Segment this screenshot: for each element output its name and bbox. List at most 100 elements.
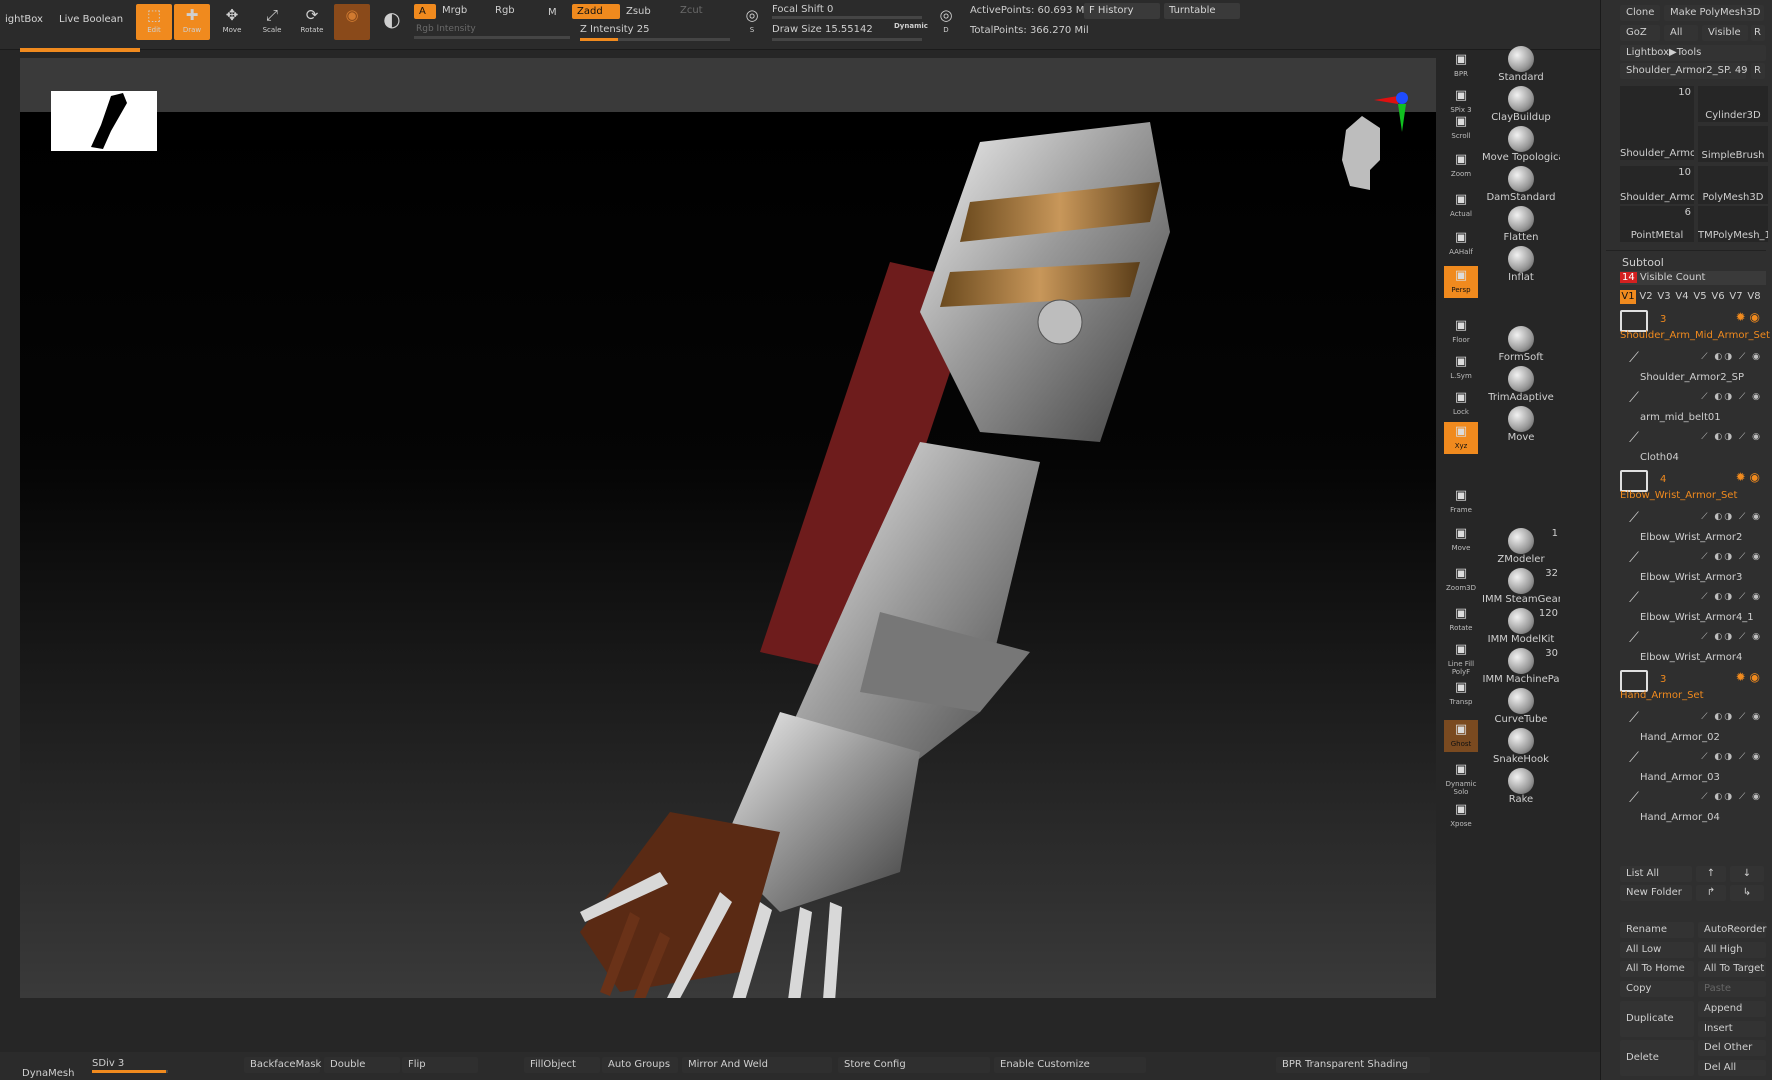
enable-customize-button[interactable]: Enable Customize — [994, 1057, 1146, 1073]
subtool-visibility-icon[interactable]: ⟋ ◐◑ ⟋ ◉ — [1701, 432, 1762, 442]
material-button[interactable]: ◉ — [334, 4, 370, 40]
subtool-item[interactable]: ⟋ ⟋ ◐◑ ⟋ ◉ Hand_Armor_04 — [1622, 790, 1762, 828]
duplicate-button[interactable]: Duplicate — [1620, 1001, 1694, 1037]
toolbar-lock-button[interactable]: ▣ Lock — [1444, 388, 1478, 420]
version-tab-v6[interactable]: V6 — [1710, 290, 1726, 304]
toolbar-persp-button[interactable]: ▣ Persp — [1444, 266, 1478, 298]
flip-button[interactable]: Flip — [402, 1057, 478, 1073]
subtool-item[interactable]: ⟋ ⟋ ◐◑ ⟋ ◉ Cloth04 — [1622, 430, 1762, 468]
toolbar-actual-button[interactable]: ▣ Actual — [1444, 190, 1478, 222]
goz-button[interactable]: GoZ — [1620, 25, 1660, 41]
copy-button[interactable]: Copy — [1620, 981, 1694, 997]
make-polymesh-button[interactable]: Make PolyMesh3D — [1664, 5, 1764, 21]
subtool-visibility-icon[interactable]: ⟋ ◐◑ ⟋ ◉ — [1701, 632, 1762, 642]
fill-object-button[interactable]: FillObject — [524, 1057, 600, 1073]
toolbar-zoom3d-button[interactable]: ▣ Zoom3D — [1444, 564, 1478, 596]
toolbar-xpose-button[interactable]: ▣ Xpose — [1444, 800, 1478, 832]
version-tab-v2[interactable]: V2 — [1638, 290, 1654, 304]
brush-trimadaptive[interactable]: TrimAdaptive — [1482, 366, 1560, 406]
all-low-button[interactable]: All Low — [1620, 942, 1694, 958]
subtool-folder[interactable]: 4 Elbow_Wrist_Armor_Set ✹ ◉ — [1620, 470, 1760, 508]
head-orientation-widget[interactable] — [1336, 110, 1384, 194]
brush-imm-steamgear[interactable]: IMM SteamGear 32 — [1482, 568, 1560, 608]
rgb-intensity-slider[interactable]: Rgb Intensity — [416, 24, 476, 34]
rgb-intensity-track[interactable] — [414, 36, 570, 39]
auto-groups-button[interactable]: Auto Groups — [602, 1057, 678, 1073]
brush-snakehook[interactable]: SnakeHook — [1482, 728, 1560, 768]
toolbar-rotate3d-button[interactable]: ▣ Rotate — [1444, 604, 1478, 636]
brush-imm-modelkit[interactable]: IMM ModelKit 120 — [1482, 608, 1560, 648]
store-config-button[interactable]: Store Config — [838, 1057, 990, 1073]
all-to-target-button[interactable]: All To Target — [1698, 961, 1766, 977]
append-button[interactable]: Append — [1698, 1001, 1766, 1017]
rotate-button[interactable]: ⟳ Rotate — [294, 4, 330, 40]
r-button[interactable]: R — [1751, 63, 1765, 79]
toolbar-frame-button[interactable]: ▣ Frame — [1444, 486, 1478, 518]
subtool-folder[interactable]: 3 Shoulder_Arm_Mid_Armor_Set ✹ ◉ — [1620, 310, 1770, 348]
z-intensity-track[interactable] — [580, 38, 730, 41]
new-folder-button[interactable]: New Folder — [1620, 885, 1692, 901]
brush-move-topologica[interactable]: Move Topologica — [1482, 126, 1560, 166]
rgb-button[interactable]: Rgb — [495, 5, 515, 16]
toolbar-ghost-button[interactable]: ▣ Ghost — [1444, 720, 1478, 752]
toolbar-move3d-button[interactable]: ▣ Move — [1444, 524, 1478, 556]
folder-visibility-icon[interactable]: ✹ ◉ — [1736, 470, 1760, 484]
subtool-visibility-icon[interactable]: ⟋ ◐◑ ⟋ ◉ — [1701, 352, 1762, 362]
toolbar-aahalf-button[interactable]: ▣ AAHalf — [1444, 228, 1478, 260]
del-all-button[interactable]: Del All — [1698, 1060, 1766, 1076]
toolbar-transp-button[interactable]: ▣ Transp — [1444, 678, 1478, 710]
double-button[interactable]: Double — [324, 1057, 400, 1073]
move-down-icon[interactable]: ↳ — [1730, 885, 1764, 901]
m-button[interactable]: M — [548, 7, 557, 18]
subtool-item[interactable]: ⟋ ⟋ ◐◑ ⟋ ◉ Elbow_Wrist_Armor3 — [1622, 550, 1762, 588]
subtool-visibility-icon[interactable]: ⟋ ◐◑ ⟋ ◉ — [1701, 712, 1762, 722]
clone-button[interactable]: Clone — [1620, 5, 1660, 21]
folder-visibility-icon[interactable]: ✹ ◉ — [1736, 670, 1760, 684]
subtool-item[interactable]: ⟋ ⟋ ◐◑ ⟋ ◉ Hand_Armor_02 — [1622, 710, 1762, 748]
subtool-folder[interactable]: 3 Hand_Armor_Set ✹ ◉ — [1620, 670, 1760, 708]
folder-visibility-icon[interactable]: ✹ ◉ — [1736, 310, 1760, 324]
r-button[interactable]: R — [1751, 25, 1765, 41]
tool-thumb[interactable]: Shoulder_Armor 10 — [1620, 166, 1694, 204]
brush-flatten[interactable]: Flatten — [1482, 206, 1560, 246]
subtool-item[interactable]: ⟋ ⟋ ◐◑ ⟋ ◉ Elbow_Wrist_Armor4 — [1622, 630, 1762, 668]
tool-thumb[interactable]: TMPolyMesh_1 — [1698, 206, 1768, 242]
brush-claybuildup[interactable]: ClayBuildup — [1482, 86, 1560, 126]
subtool-visibility-icon[interactable]: ⟋ ◐◑ ⟋ ◉ — [1701, 792, 1762, 802]
move-button[interactable]: ✥ Move — [214, 4, 250, 40]
tool-thumb[interactable]: SimpleBrush — [1698, 126, 1768, 162]
toolbar-lsym-button[interactable]: ▣ L.Sym — [1444, 352, 1478, 384]
version-tab-v5[interactable]: V5 — [1692, 290, 1708, 304]
version-tab-v8[interactable]: V8 — [1746, 290, 1762, 304]
viewport-canvas[interactable] — [20, 112, 1436, 1062]
tool-thumb[interactable]: PolyMesh3D — [1698, 166, 1768, 204]
toolbar-scroll-button[interactable]: ▣ Scroll — [1444, 112, 1478, 144]
toolbar-solo-button[interactable]: ▣ Dynamic Solo — [1444, 760, 1478, 796]
sdiv-track[interactable] — [92, 1070, 168, 1073]
live-boolean-button[interactable]: Live Boolean — [54, 12, 128, 28]
navigator-thumbnail[interactable] — [51, 91, 157, 151]
mirror-and-weld-button[interactable]: Mirror And Weld — [682, 1057, 832, 1073]
rename-button[interactable]: Rename — [1620, 922, 1694, 938]
tool-thumb[interactable]: Shoulder_Armor 10 — [1620, 86, 1694, 160]
brush-imm-machinepa[interactable]: IMM MachinePa 30 — [1482, 648, 1560, 688]
color-button[interactable]: ◐ — [374, 4, 410, 40]
mrgb-button[interactable]: Mrgb — [442, 5, 467, 16]
tool-thumb[interactable]: PointMEtal 6 — [1620, 206, 1694, 242]
toolbar-bpr-button[interactable]: ▣ BPR — [1444, 50, 1478, 82]
toolbar-xyz-button[interactable]: ▣ Xyz — [1444, 422, 1478, 454]
visible-count-slider[interactable]: 14 Visible Count — [1620, 271, 1766, 285]
subtool-visibility-icon[interactable]: ⟋ ◐◑ ⟋ ◉ — [1701, 392, 1762, 402]
version-tab-v1[interactable]: V1 — [1620, 290, 1636, 304]
brush-zmodeler[interactable]: ZModeler 1 — [1482, 528, 1560, 568]
subtool-visibility-icon[interactable]: ⟋ ◐◑ ⟋ ◉ — [1701, 592, 1762, 602]
lazymouse-s-button[interactable]: ◎ S — [734, 4, 770, 40]
turntable-button[interactable]: Turntable — [1164, 3, 1240, 19]
sdiv-slider[interactable]: SDiv 3 — [92, 1058, 124, 1069]
delete-button[interactable]: Delete — [1620, 1040, 1694, 1076]
subtool-item[interactable]: ⟋ ⟋ ◐◑ ⟋ ◉ Elbow_Wrist_Armor2 — [1622, 510, 1762, 548]
tool-thumb[interactable]: Cylinder3D — [1698, 86, 1768, 122]
brush-damstandard[interactable]: DamStandard — [1482, 166, 1560, 206]
bpr-transparent-shading-button[interactable]: BPR Transparent Shading — [1276, 1057, 1430, 1073]
subtool-item[interactable]: ⟋ ⟋ ◐◑ ⟋ ◉ Hand_Armor_03 — [1622, 750, 1762, 788]
